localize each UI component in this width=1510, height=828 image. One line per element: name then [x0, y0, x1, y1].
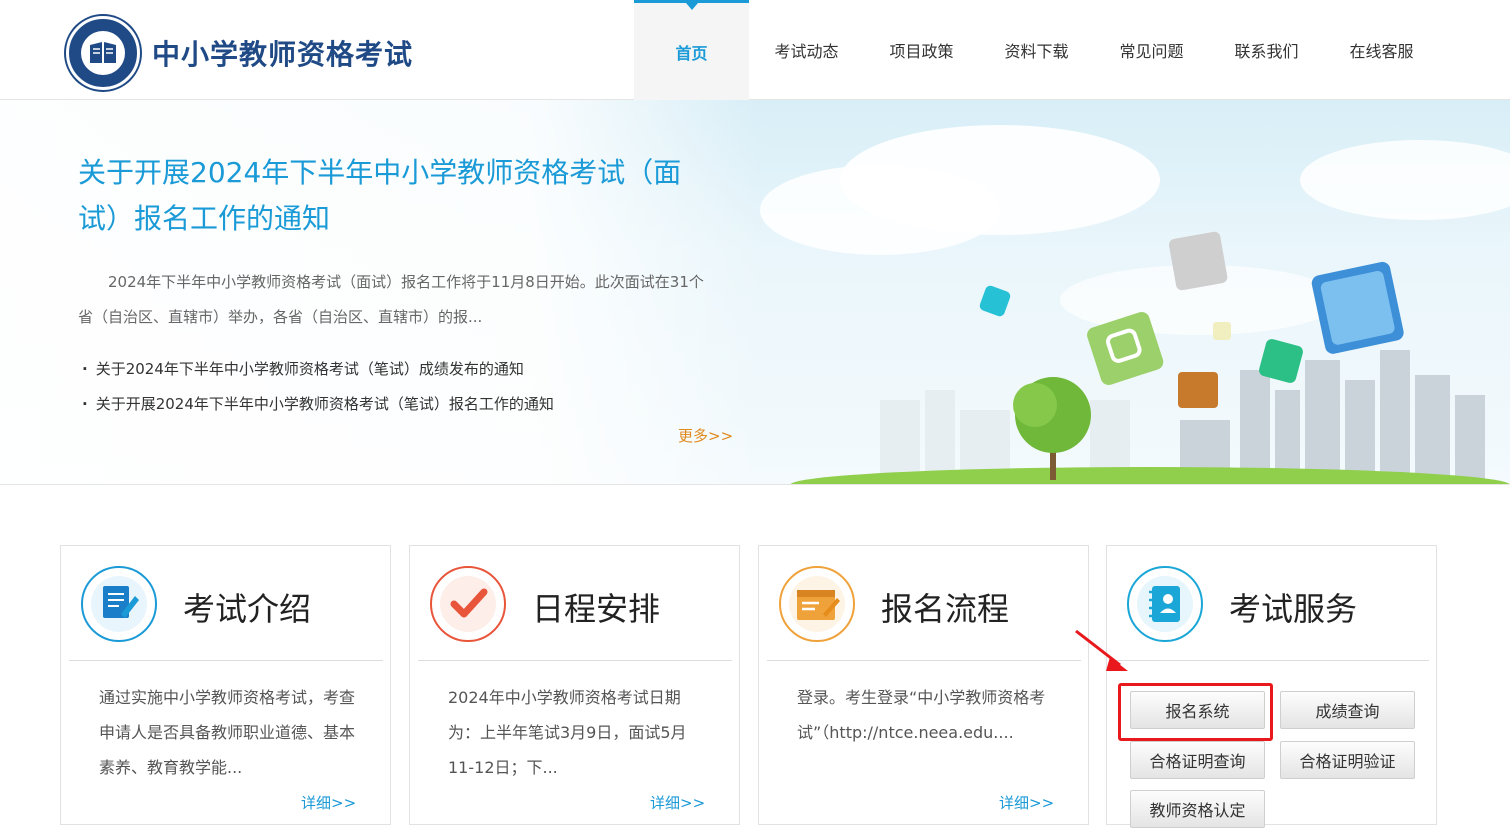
card-title: 考试服务	[1229, 590, 1358, 628]
site-title[interactable]: 中小学教师资格考试	[152, 33, 413, 73]
news-link[interactable]: 关于开展2024年下半年中小学教师资格考试（笔试）报名工作的通知	[82, 387, 554, 422]
nav-downloads[interactable]: 资料下载	[979, 0, 1094, 100]
card-title: 报名流程	[881, 590, 1010, 628]
nav-home[interactable]: 首页	[634, 0, 749, 100]
nav-policy[interactable]: 项目政策	[864, 0, 979, 100]
nav-label: 首页	[675, 43, 708, 63]
logo-emblem[interactable]	[66, 16, 140, 90]
highlight-box	[1118, 683, 1273, 741]
card-text: 登录。考生登录“中小学教师资格考试”（http://ntce.neea.edu.…	[797, 688, 1046, 742]
checkmark-icon	[430, 566, 506, 642]
more-link[interactable]: 更多>>	[678, 425, 733, 446]
card-text: 通过实施中小学教师资格考试，考查申请人是否具备教师职业道德、基本素养、教育教学能…	[99, 688, 356, 777]
document-edit-icon	[81, 566, 157, 642]
card-schedule: 日程安排 2024年中小学教师资格考试日期为：上半年笔试3月9日，面试5月11-…	[409, 545, 740, 825]
book-icon	[90, 42, 116, 63]
score-query-button[interactable]: 成绩查询	[1280, 691, 1415, 729]
news-link[interactable]: 关于2024年下半年中小学教师资格考试（笔试）成绩发布的通知	[82, 352, 554, 387]
form-edit-icon	[779, 566, 855, 642]
nav-label: 资料下载	[1004, 42, 1069, 61]
news-list: 关于2024年下半年中小学教师资格考试（笔试）成绩发布的通知 关于开展2024年…	[82, 352, 554, 422]
card-title: 日程安排	[532, 590, 661, 628]
card-registration-process: 报名流程 登录。考生登录“中小学教师资格考试”（http://ntce.neea…	[758, 545, 1089, 825]
nav-label: 在线客服	[1349, 42, 1414, 61]
card-exam-intro: 考试介绍 通过实施中小学教师资格考试，考查申请人是否具备教师职业道德、基本素养、…	[60, 545, 391, 825]
main-nav: 首页 考试动态 项目政策 资料下载 常见问题 联系我们 在线客服	[634, 0, 1439, 100]
certificate-verify-button[interactable]: 合格证明验证	[1280, 741, 1415, 779]
nav-contact[interactable]: 联系我们	[1209, 0, 1324, 100]
nav-label: 常见问题	[1119, 42, 1184, 61]
arrow-icon	[1075, 629, 1128, 671]
teacher-qualification-button[interactable]: 教师资格认定	[1130, 790, 1265, 828]
site-header: 中小学教师资格考试 首页 考试动态 项目政策 资料下载 常见问题 联系我们 在线…	[0, 0, 1510, 100]
hero-banner: 关于开展2024年下半年中小学教师资格考试（面试）报名工作的通知 2024年下半…	[0, 100, 1510, 485]
banner-headline[interactable]: 关于开展2024年下半年中小学教师资格考试（面试）报名工作的通知	[78, 150, 718, 242]
nav-label: 项目政策	[889, 42, 954, 61]
nav-online-service[interactable]: 在线客服	[1324, 0, 1439, 100]
card-title: 考试介绍	[183, 590, 312, 628]
nav-label: 考试动态	[774, 42, 839, 61]
nav-label: 联系我们	[1234, 42, 1299, 61]
banner-summary: 2024年下半年中小学教师资格考试（面试）报名工作将于11月8日开始。此次面试在…	[78, 273, 704, 326]
nav-exam-news[interactable]: 考试动态	[749, 0, 864, 100]
nav-faq[interactable]: 常见问题	[1094, 0, 1209, 100]
certificate-query-button[interactable]: 合格证明查询	[1130, 741, 1265, 779]
card-text: 2024年中小学教师资格考试日期为：上半年笔试3月9日，面试5月11-12日；下…	[448, 688, 687, 777]
